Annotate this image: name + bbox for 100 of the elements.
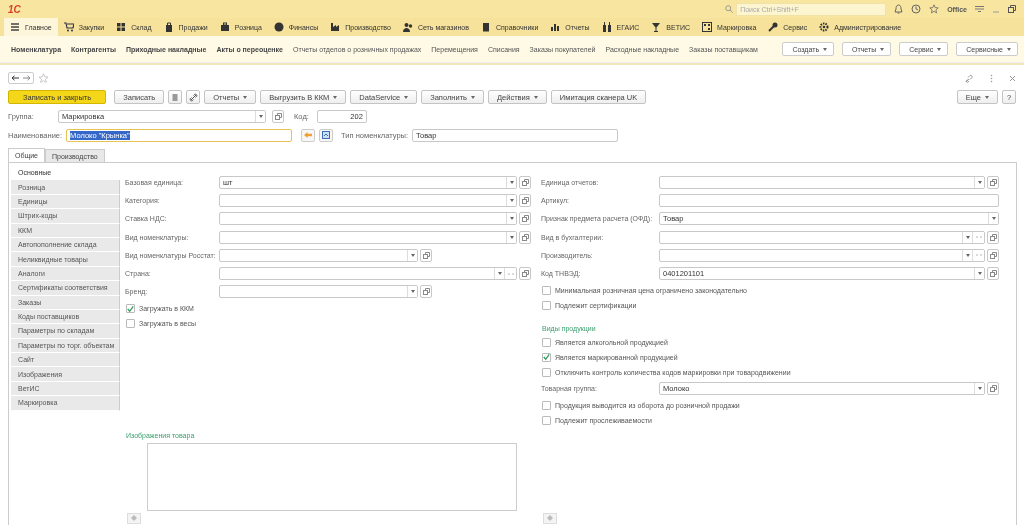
open-button[interactable] — [987, 382, 999, 396]
restore-icon[interactable] — [1008, 5, 1016, 13]
checkbox[interactable] — [542, 401, 551, 411]
dropdown-button[interactable] — [988, 213, 998, 225]
checkbox[interactable] — [542, 352, 551, 362]
windows-icon — [521, 215, 529, 223]
caret-icon — [509, 235, 514, 239]
select-field[interactable] — [659, 230, 985, 244]
select-field[interactable] — [219, 248, 418, 262]
dropdown-button[interactable] — [962, 249, 972, 261]
checkbox[interactable] — [126, 304, 135, 314]
people-icon — [402, 22, 413, 32]
select-field[interactable] — [219, 230, 517, 244]
checkbox[interactable] — [542, 300, 551, 310]
chain-link-icon — [188, 92, 198, 102]
select-field[interactable] — [659, 248, 985, 262]
checkbox[interactable] — [542, 367, 551, 377]
history-icon[interactable] — [911, 4, 922, 14]
arrow-button[interactable] — [301, 128, 316, 142]
arrow-left-icon — [11, 75, 19, 81]
open-button[interactable] — [519, 230, 531, 244]
arrow-right-icon — [23, 75, 31, 81]
grid-icon — [116, 22, 127, 32]
open-button[interactable] — [272, 109, 284, 123]
caret-icon — [880, 47, 885, 51]
dropdown-button[interactable] — [974, 176, 984, 188]
menu-icon[interactable] — [975, 5, 984, 13]
caret-icon — [977, 180, 982, 184]
select-field[interactable] — [219, 193, 517, 207]
windows-icon — [422, 288, 430, 296]
check-icon — [543, 353, 550, 362]
checkbox[interactable] — [126, 319, 135, 329]
dropdown-button[interactable] — [407, 249, 417, 261]
link-icon[interactable] — [965, 73, 974, 83]
select-field[interactable] — [219, 267, 517, 281]
caret-icon — [985, 95, 989, 99]
open-button[interactable] — [987, 175, 999, 189]
caret-icon — [977, 272, 982, 276]
star-icon[interactable] — [38, 72, 49, 84]
select-field[interactable] — [219, 212, 517, 226]
text-field[interactable] — [659, 193, 999, 207]
coin-icon — [273, 22, 284, 32]
open-button[interactable] — [519, 193, 531, 207]
caret-icon — [333, 95, 338, 99]
trash-icon — [172, 93, 179, 101]
back-button[interactable] — [9, 73, 21, 83]
icon-button[interactable] — [127, 512, 141, 524]
checkbox[interactable] — [542, 416, 551, 426]
dropdown-button[interactable] — [255, 110, 265, 122]
caret-icon — [509, 180, 514, 184]
open-button[interactable] — [987, 267, 999, 281]
caret-icon — [497, 272, 502, 276]
caret-icon — [991, 217, 996, 221]
gear-icon — [819, 22, 830, 32]
checkbox[interactable] — [542, 337, 551, 347]
dropdown-button[interactable] — [506, 194, 516, 206]
diamond-icon — [131, 515, 137, 521]
bell-icon[interactable] — [894, 4, 904, 14]
star-icon[interactable] — [929, 4, 940, 14]
windows-icon — [521, 196, 529, 204]
bar-chart-icon — [550, 22, 561, 32]
dropdown-button[interactable] — [506, 231, 516, 243]
open-button[interactable] — [420, 248, 432, 262]
caret-icon — [410, 253, 415, 257]
check-icon — [127, 304, 134, 313]
caret-icon — [937, 47, 942, 51]
select-field[interactable] — [659, 175, 985, 189]
close-icon[interactable] — [1009, 74, 1016, 82]
app-logo[interactable]: 1С — [8, 3, 21, 15]
icon-button[interactable] — [543, 512, 557, 524]
dropdown-button[interactable] — [494, 268, 504, 280]
open-button[interactable] — [420, 285, 432, 299]
select-field[interactable] — [219, 285, 418, 299]
caret-icon — [410, 290, 415, 294]
attach-button[interactable] — [186, 90, 201, 104]
open-button[interactable] — [519, 175, 531, 189]
checkbox[interactable] — [542, 285, 551, 295]
open-button[interactable] — [519, 267, 531, 281]
dropdown-button[interactable] — [962, 231, 972, 243]
caret-icon — [509, 198, 514, 202]
open-button[interactable] — [987, 230, 999, 244]
dropdown-button[interactable] — [506, 213, 516, 225]
dots-icon — [975, 254, 982, 257]
windows-icon — [989, 385, 997, 393]
caret-icon — [404, 95, 409, 99]
bag-icon — [163, 22, 174, 32]
diamond-icon — [547, 515, 553, 521]
dropdown-button[interactable] — [974, 383, 984, 395]
dropdown-button[interactable] — [506, 176, 516, 188]
dropdown-button[interactable] — [407, 286, 417, 298]
open-button[interactable] — [987, 248, 999, 262]
open-button[interactable] — [519, 212, 531, 226]
dots-icon — [975, 236, 982, 239]
picture-button[interactable] — [319, 128, 334, 142]
delete-button[interactable] — [168, 90, 183, 104]
windows-icon — [989, 270, 997, 278]
windows-icon — [989, 178, 997, 186]
caret-icon — [533, 95, 538, 99]
windows-icon — [274, 112, 282, 120]
dropdown-button[interactable] — [974, 268, 984, 280]
